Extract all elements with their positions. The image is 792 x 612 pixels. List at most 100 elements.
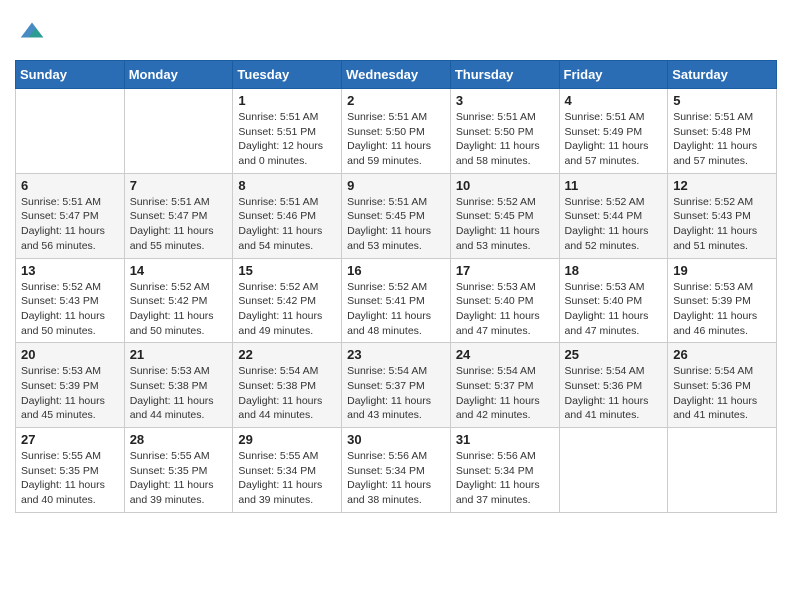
day-number: 11 xyxy=(565,178,663,193)
week-row-2: 6 Sunrise: 5:51 AM Sunset: 5:47 PM Daylig… xyxy=(16,173,777,258)
day-info: Sunrise: 5:51 AM Sunset: 5:45 PM Dayligh… xyxy=(347,195,445,254)
day-info: Sunrise: 5:52 AM Sunset: 5:43 PM Dayligh… xyxy=(21,280,119,339)
day-info: Sunrise: 5:51 AM Sunset: 5:47 PM Dayligh… xyxy=(130,195,228,254)
weekday-header-tuesday: Tuesday xyxy=(233,61,342,89)
weekday-row: SundayMondayTuesdayWednesdayThursdayFrid… xyxy=(16,61,777,89)
day-number: 9 xyxy=(347,178,445,193)
day-info: Sunrise: 5:53 AM Sunset: 5:39 PM Dayligh… xyxy=(673,280,771,339)
calendar-cell: 28 Sunrise: 5:55 AM Sunset: 5:35 PM Dayli… xyxy=(124,428,233,513)
calendar-cell: 15 Sunrise: 5:52 AM Sunset: 5:42 PM Dayli… xyxy=(233,258,342,343)
day-number: 30 xyxy=(347,432,445,447)
calendar-cell: 7 Sunrise: 5:51 AM Sunset: 5:47 PM Daylig… xyxy=(124,173,233,258)
calendar-cell xyxy=(16,89,125,174)
day-number: 21 xyxy=(130,347,228,362)
day-number: 6 xyxy=(21,178,119,193)
calendar-cell: 13 Sunrise: 5:52 AM Sunset: 5:43 PM Dayli… xyxy=(16,258,125,343)
day-number: 26 xyxy=(673,347,771,362)
calendar-cell: 17 Sunrise: 5:53 AM Sunset: 5:40 PM Dayli… xyxy=(450,258,559,343)
day-info: Sunrise: 5:53 AM Sunset: 5:39 PM Dayligh… xyxy=(21,364,119,423)
weekday-header-friday: Friday xyxy=(559,61,668,89)
day-number: 27 xyxy=(21,432,119,447)
day-number: 5 xyxy=(673,93,771,108)
day-number: 3 xyxy=(456,93,554,108)
calendar-cell: 16 Sunrise: 5:52 AM Sunset: 5:41 PM Dayli… xyxy=(342,258,451,343)
day-info: Sunrise: 5:54 AM Sunset: 5:37 PM Dayligh… xyxy=(456,364,554,423)
day-number: 7 xyxy=(130,178,228,193)
calendar-cell: 6Sunrise: 5:51 AM Sunset: 5:47 PM Daylig… xyxy=(16,173,125,258)
day-number: 19 xyxy=(673,263,771,278)
calendar-cell: 18Sunrise: 5:53 AM Sunset: 5:40 PM Dayli… xyxy=(559,258,668,343)
day-number: 23 xyxy=(347,347,445,362)
calendar-cell: 5 Sunrise: 5:51 AM Sunset: 5:48 PM Daylig… xyxy=(668,89,777,174)
calendar-cell: 23 Sunrise: 5:54 AM Sunset: 5:37 PM Dayli… xyxy=(342,343,451,428)
week-row-3: 13 Sunrise: 5:52 AM Sunset: 5:43 PM Dayli… xyxy=(16,258,777,343)
page-header xyxy=(15,15,777,50)
calendar-cell: 4 Sunrise: 5:51 AM Sunset: 5:49 PM Daylig… xyxy=(559,89,668,174)
day-number: 10 xyxy=(456,178,554,193)
logo xyxy=(15,15,47,50)
calendar-cell: 1 Sunrise: 5:51 AM Sunset: 5:51 PM Daylig… xyxy=(233,89,342,174)
day-number: 22 xyxy=(238,347,336,362)
day-info: Sunrise: 5:55 AM Sunset: 5:34 PM Dayligh… xyxy=(238,449,336,508)
day-info: Sunrise: 5:51 AM Sunset: 5:50 PM Dayligh… xyxy=(347,110,445,169)
day-number: 1 xyxy=(238,93,336,108)
calendar-cell: 21 Sunrise: 5:53 AM Sunset: 5:38 PM Dayli… xyxy=(124,343,233,428)
day-info: Sunrise: 5:51 AM Sunset: 5:50 PM Dayligh… xyxy=(456,110,554,169)
day-info: Sunrise: 5:52 AM Sunset: 5:42 PM Dayligh… xyxy=(130,280,228,339)
day-number: 28 xyxy=(130,432,228,447)
day-info: Sunrise: 5:55 AM Sunset: 5:35 PM Dayligh… xyxy=(21,449,119,508)
day-info: Sunrise: 5:53 AM Sunset: 5:40 PM Dayligh… xyxy=(456,280,554,339)
calendar-cell: 31 Sunrise: 5:56 AM Sunset: 5:34 PM Dayli… xyxy=(450,428,559,513)
calendar-cell: 14 Sunrise: 5:52 AM Sunset: 5:42 PM Dayli… xyxy=(124,258,233,343)
week-row-5: 27 Sunrise: 5:55 AM Sunset: 5:35 PM Dayli… xyxy=(16,428,777,513)
calendar-cell: 19 Sunrise: 5:53 AM Sunset: 5:39 PM Dayli… xyxy=(668,258,777,343)
calendar-cell: 8Sunrise: 5:51 AM Sunset: 5:46 PM Daylig… xyxy=(233,173,342,258)
calendar-cell: 30Sunrise: 5:56 AM Sunset: 5:34 PM Dayli… xyxy=(342,428,451,513)
day-info: Sunrise: 5:52 AM Sunset: 5:43 PM Dayligh… xyxy=(673,195,771,254)
day-info: Sunrise: 5:54 AM Sunset: 5:37 PM Dayligh… xyxy=(347,364,445,423)
day-number: 24 xyxy=(456,347,554,362)
calendar-cell: 24 Sunrise: 5:54 AM Sunset: 5:37 PM Dayli… xyxy=(450,343,559,428)
day-info: Sunrise: 5:52 AM Sunset: 5:41 PM Dayligh… xyxy=(347,280,445,339)
calendar-cell: 10Sunrise: 5:52 AM Sunset: 5:45 PM Dayli… xyxy=(450,173,559,258)
day-number: 29 xyxy=(238,432,336,447)
day-info: Sunrise: 5:51 AM Sunset: 5:49 PM Dayligh… xyxy=(565,110,663,169)
week-row-4: 20 Sunrise: 5:53 AM Sunset: 5:39 PM Dayli… xyxy=(16,343,777,428)
weekday-header-saturday: Saturday xyxy=(668,61,777,89)
calendar-cell: 3 Sunrise: 5:51 AM Sunset: 5:50 PM Daylig… xyxy=(450,89,559,174)
day-info: Sunrise: 5:52 AM Sunset: 5:42 PM Dayligh… xyxy=(238,280,336,339)
day-number: 4 xyxy=(565,93,663,108)
day-info: Sunrise: 5:52 AM Sunset: 5:44 PM Dayligh… xyxy=(565,195,663,254)
weekday-header-monday: Monday xyxy=(124,61,233,89)
day-info: Sunrise: 5:55 AM Sunset: 5:35 PM Dayligh… xyxy=(130,449,228,508)
day-info: Sunrise: 5:51 AM Sunset: 5:51 PM Dayligh… xyxy=(238,110,336,169)
calendar-table: SundayMondayTuesdayWednesdayThursdayFrid… xyxy=(15,60,777,513)
calendar-cell: 9 Sunrise: 5:51 AM Sunset: 5:45 PM Daylig… xyxy=(342,173,451,258)
day-number: 13 xyxy=(21,263,119,278)
day-number: 31 xyxy=(456,432,554,447)
calendar-cell: 27 Sunrise: 5:55 AM Sunset: 5:35 PM Dayli… xyxy=(16,428,125,513)
calendar-cell: 29 Sunrise: 5:55 AM Sunset: 5:34 PM Dayli… xyxy=(233,428,342,513)
day-number: 17 xyxy=(456,263,554,278)
calendar-cell: 11 Sunrise: 5:52 AM Sunset: 5:44 PM Dayli… xyxy=(559,173,668,258)
day-info: Sunrise: 5:53 AM Sunset: 5:38 PM Dayligh… xyxy=(130,364,228,423)
day-info: Sunrise: 5:53 AM Sunset: 5:40 PM Dayligh… xyxy=(565,280,663,339)
calendar-header: SundayMondayTuesdayWednesdayThursdayFrid… xyxy=(16,61,777,89)
calendar-cell: 26Sunrise: 5:54 AM Sunset: 5:36 PM Dayli… xyxy=(668,343,777,428)
weekday-header-sunday: Sunday xyxy=(16,61,125,89)
day-number: 12 xyxy=(673,178,771,193)
day-info: Sunrise: 5:54 AM Sunset: 5:36 PM Dayligh… xyxy=(565,364,663,423)
day-number: 15 xyxy=(238,263,336,278)
day-info: Sunrise: 5:51 AM Sunset: 5:46 PM Dayligh… xyxy=(238,195,336,254)
calendar-cell: 2 Sunrise: 5:51 AM Sunset: 5:50 PM Daylig… xyxy=(342,89,451,174)
day-info: Sunrise: 5:51 AM Sunset: 5:48 PM Dayligh… xyxy=(673,110,771,169)
day-number: 20 xyxy=(21,347,119,362)
day-number: 14 xyxy=(130,263,228,278)
calendar-cell xyxy=(124,89,233,174)
day-number: 2 xyxy=(347,93,445,108)
day-info: Sunrise: 5:56 AM Sunset: 5:34 PM Dayligh… xyxy=(456,449,554,508)
calendar-cell: 20 Sunrise: 5:53 AM Sunset: 5:39 PM Dayli… xyxy=(16,343,125,428)
day-info: Sunrise: 5:54 AM Sunset: 5:38 PM Dayligh… xyxy=(238,364,336,423)
week-row-1: 1 Sunrise: 5:51 AM Sunset: 5:51 PM Daylig… xyxy=(16,89,777,174)
day-number: 16 xyxy=(347,263,445,278)
